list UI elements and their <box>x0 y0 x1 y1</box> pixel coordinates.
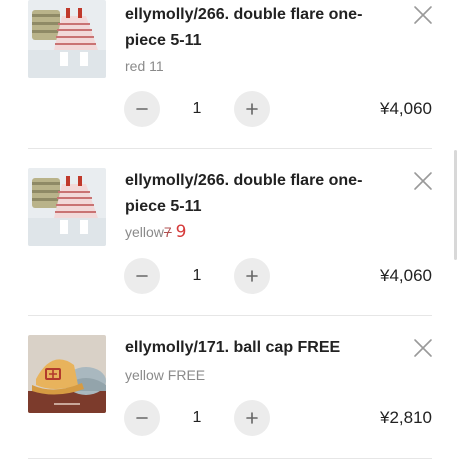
cart-item: ellymolly/266. double flare one-piece 5-… <box>0 0 460 150</box>
minus-icon <box>136 417 148 419</box>
variant-size-struck: 7 <box>163 224 172 240</box>
product-thumbnail[interactable] <box>28 0 106 78</box>
item-price: ¥4,060 <box>380 99 432 118</box>
remove-item-button[interactable] <box>412 337 434 359</box>
close-icon <box>414 339 432 357</box>
item-price: ¥2,810 <box>380 408 432 427</box>
remove-item-button[interactable] <box>412 170 434 192</box>
decrease-quantity-button[interactable] <box>124 91 160 127</box>
quantity-value: 1 <box>192 409 202 426</box>
item-price: ¥4,060 <box>380 266 432 285</box>
product-title[interactable]: ellymolly/171. ball cap FREE <box>125 335 400 361</box>
increase-quantity-button[interactable] <box>234 400 270 436</box>
product-title[interactable]: ellymolly/266. double flare one-piece 5-… <box>125 168 400 220</box>
variant-text: red 11 <box>125 58 164 74</box>
product-title[interactable]: ellymolly/266. double flare one-piece 5-… <box>125 2 400 54</box>
decrease-quantity-button[interactable] <box>124 400 160 436</box>
scrollbar[interactable] <box>454 150 457 260</box>
variant-text: yellow FREE <box>125 367 206 383</box>
quantity-value: 1 <box>192 267 202 284</box>
decrease-quantity-button[interactable] <box>124 258 160 294</box>
close-icon <box>414 172 432 190</box>
minus-icon <box>136 275 148 277</box>
product-thumbnail[interactable] <box>28 168 106 246</box>
variant-color: yellow <box>125 224 164 240</box>
plus-icon <box>246 103 258 115</box>
quantity-value: 1 <box>192 100 202 117</box>
increase-quantity-button[interactable] <box>234 258 270 294</box>
remove-item-button[interactable] <box>412 4 434 26</box>
close-icon <box>414 6 432 24</box>
plus-icon <box>246 412 258 424</box>
cart-item: ellymolly/266. double flare one-piece 5-… <box>0 150 460 316</box>
plus-icon <box>246 270 258 282</box>
variant-size-correction: 9 <box>175 222 187 242</box>
product-thumbnail[interactable] <box>28 335 106 413</box>
cart-item: ellymolly/171. ball cap FREE yellow FREE… <box>0 316 460 460</box>
variant-text: yellow7 9 <box>125 223 186 241</box>
divider <box>28 458 432 459</box>
minus-icon <box>136 108 148 110</box>
increase-quantity-button[interactable] <box>234 91 270 127</box>
divider <box>28 148 432 149</box>
